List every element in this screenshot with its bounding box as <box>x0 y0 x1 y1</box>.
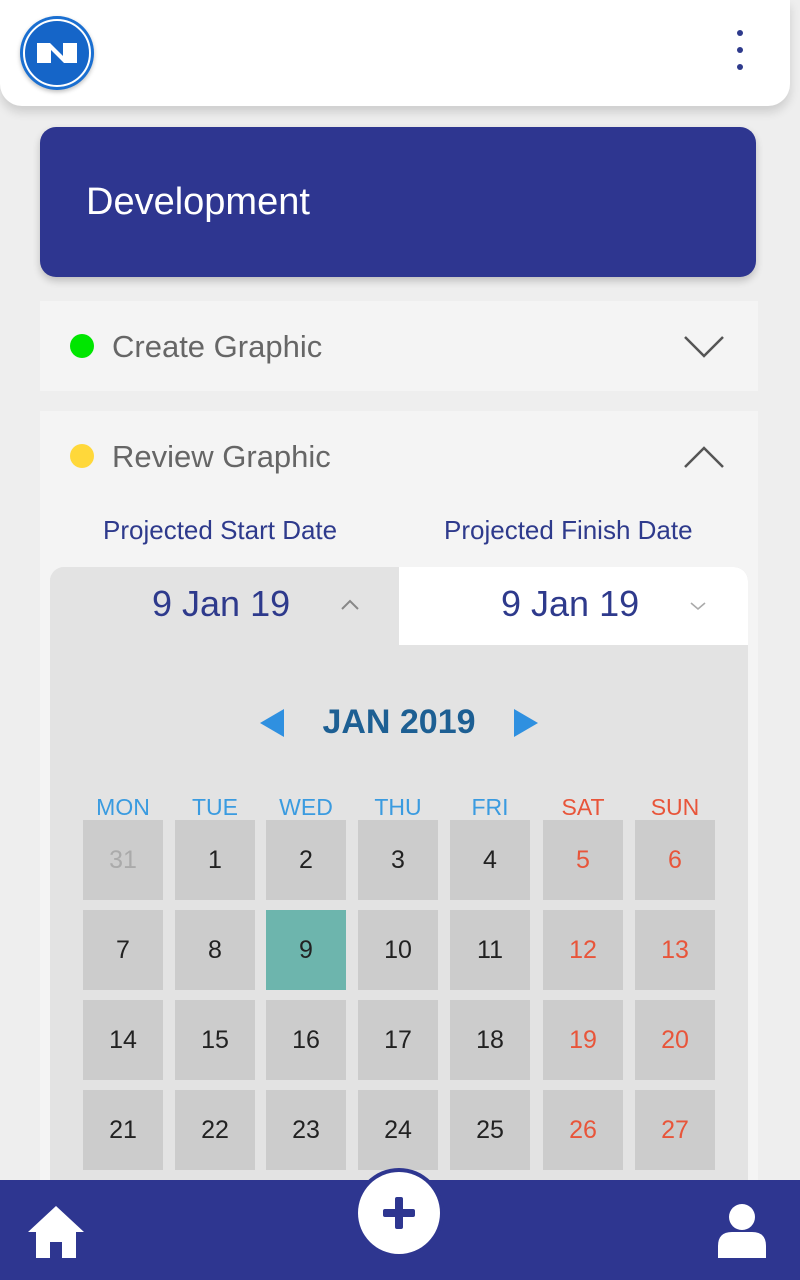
calendar-day[interactable]: 11 <box>450 910 530 990</box>
calendar-day[interactable]: 15 <box>175 1000 255 1080</box>
weekday-label: MON <box>96 794 150 820</box>
calendar-day[interactable]: 21 <box>83 1090 163 1170</box>
weekday-label: WED <box>279 794 333 820</box>
task-row-create-graphic[interactable]: Create Graphic <box>40 301 758 391</box>
project-header[interactable]: Development <box>40 127 756 277</box>
calendar-day[interactable]: 1 <box>175 820 255 900</box>
calendar-day[interactable]: 14 <box>83 1000 163 1080</box>
add-button[interactable] <box>358 1172 440 1254</box>
status-dot-icon <box>70 444 94 468</box>
start-date-field[interactable]: 9 Jan 19 <box>50 567 399 645</box>
calendar-day[interactable]: 25 <box>450 1090 530 1170</box>
finish-date-label: Projected Finish Date <box>444 515 693 545</box>
home-icon[interactable] <box>26 1204 86 1260</box>
calendar-day[interactable]: 2 <box>266 820 346 900</box>
chevron-down-icon[interactable] <box>682 334 726 360</box>
start-date-value: 9 Jan 19 <box>152 583 291 624</box>
task-label: Review Graphic <box>112 439 331 474</box>
top-app-bar <box>0 0 790 106</box>
task-label: Create Graphic <box>112 329 323 364</box>
next-month-icon[interactable] <box>512 705 542 741</box>
chevron-down-icon <box>690 602 706 611</box>
weekday-label: SAT <box>561 794 605 820</box>
calendar-day[interactable]: 20 <box>635 1000 715 1080</box>
app-logo-icon[interactable] <box>20 16 94 90</box>
calendar-day[interactable]: 23 <box>266 1090 346 1170</box>
month-title: JAN 2019 <box>322 703 476 741</box>
status-dot-icon <box>70 334 94 358</box>
calendar-day[interactable]: 22 <box>175 1090 255 1170</box>
task-row-review-graphic: Review Graphic Projected Start Date Proj… <box>40 411 758 1280</box>
calendar-day[interactable]: 19 <box>543 1000 623 1080</box>
calendar-day[interactable]: 17 <box>358 1000 438 1080</box>
calendar-day[interactable]: 5 <box>543 820 623 900</box>
calendar-day[interactable]: 10 <box>358 910 438 990</box>
calendar-day[interactable]: 7 <box>83 910 163 990</box>
weekday-label: THU <box>374 794 422 820</box>
weekday-label: FRI <box>471 794 509 820</box>
app-screen: Development Create Graphic Review Graphi… <box>0 0 800 1280</box>
kebab-menu-icon[interactable] <box>730 30 750 76</box>
calendar-day[interactable]: 4 <box>450 820 530 900</box>
calendar-day[interactable]: 18 <box>450 1000 530 1080</box>
calendar-day[interactable]: 8 <box>175 910 255 990</box>
calendar-day[interactable]: 27 <box>635 1090 715 1170</box>
user-icon[interactable] <box>716 1202 768 1258</box>
calendar-day[interactable]: 9 <box>266 910 346 990</box>
weekday-label: TUE <box>192 794 238 820</box>
calendar-day[interactable]: 3 <box>358 820 438 900</box>
weekday-label: SUN <box>650 794 700 820</box>
chevron-up-icon[interactable] <box>682 444 726 470</box>
calendar-day[interactable]: 24 <box>358 1090 438 1170</box>
calendar-day[interactable]: 6 <box>635 820 715 900</box>
finish-date-value: 9 Jan 19 <box>501 583 640 624</box>
start-date-label: Projected Start Date <box>103 515 338 545</box>
calendar-day[interactable]: 26 <box>543 1090 623 1170</box>
plus-icon <box>383 1197 415 1229</box>
calendar-day[interactable]: 13 <box>635 910 715 990</box>
project-title: Development <box>86 181 310 223</box>
calendar-day[interactable]: 31 <box>83 820 163 900</box>
calendar-day[interactable]: 16 <box>266 1000 346 1080</box>
finish-date-field[interactable]: 9 Jan 19 <box>399 567 748 645</box>
month-navigation: JAN 2019 <box>50 695 748 755</box>
calendar-day[interactable]: 12 <box>543 910 623 990</box>
chevron-up-icon <box>341 599 359 610</box>
